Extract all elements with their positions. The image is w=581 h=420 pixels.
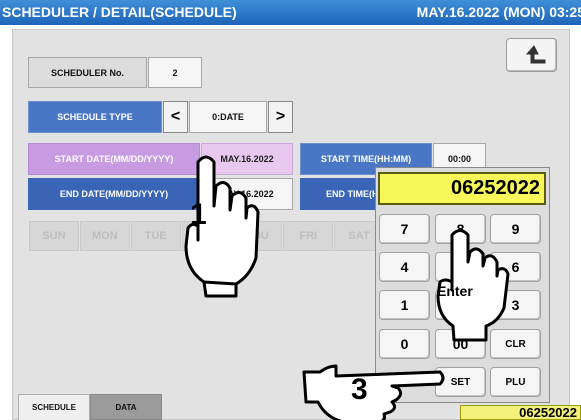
schedule-type-next-button[interactable]: > <box>268 101 293 133</box>
tab-schedule[interactable]: SCHEDULE <box>18 394 90 420</box>
key-00[interactable]: 00 <box>435 329 486 359</box>
input-echo-value: 06252022 <box>460 405 581 420</box>
day-sun: SUN <box>29 221 79 251</box>
day-tue: TUE <box>130 221 181 251</box>
key-5[interactable]: 5 <box>435 252 486 282</box>
end-date-value[interactable]: MAY.16.2022 <box>201 178 293 210</box>
scheduler-no-label: SCHEDULER No. <box>28 57 147 88</box>
start-date-label: START DATE(MM/DD/YYYY) <box>28 143 200 175</box>
key-plu[interactable]: PLU <box>490 367 541 397</box>
schedule-type-label: SCHEDULE TYPE <box>28 101 162 133</box>
start-date-value[interactable]: MAY.16.2022 <box>201 143 293 175</box>
back-button[interactable] <box>506 38 557 72</box>
bottom-tabs: SCHEDULE DATA <box>18 394 162 420</box>
return-arrow-icon <box>525 45 546 64</box>
key-3[interactable]: 3 <box>490 290 541 320</box>
key-clr[interactable]: CLR <box>490 329 541 359</box>
schedule-type-prev-button[interactable]: < <box>163 101 188 133</box>
day-fri: FRI <box>283 221 334 251</box>
key-8[interactable]: 8 <box>435 214 486 244</box>
day-mon: MON <box>79 221 130 251</box>
key-1[interactable]: 1 <box>379 290 430 320</box>
date-time: MAY.16.2022 (MON) 03:25 <box>416 4 581 20</box>
step-3-label: 3 <box>351 373 368 406</box>
tab-data[interactable]: DATA <box>90 394 162 420</box>
screen-title: SCHEDULER / DETAIL(SCHEDULE) <box>2 4 237 20</box>
key-set[interactable]: SET <box>435 367 486 397</box>
key-6[interactable]: 6 <box>490 252 541 282</box>
title-bar: SCHEDULER / DETAIL(SCHEDULE) MAY.16.2022… <box>0 0 581 25</box>
keypad-display: 06252022 <box>378 172 546 205</box>
end-date-label: END DATE(MM/DD/YYYY) <box>28 178 200 210</box>
scheduler-no-value[interactable]: 2 <box>148 57 202 88</box>
key-9[interactable]: 9 <box>490 214 541 244</box>
enter-label: Enter <box>437 283 473 299</box>
day-thu: THU <box>232 221 283 251</box>
key-0[interactable]: 0 <box>379 329 430 359</box>
schedule-type-value[interactable]: 0:DATE <box>189 101 267 133</box>
key-7[interactable]: 7 <box>379 214 430 244</box>
key-4[interactable]: 4 <box>379 252 430 282</box>
step-1-label: 1 <box>190 198 207 231</box>
